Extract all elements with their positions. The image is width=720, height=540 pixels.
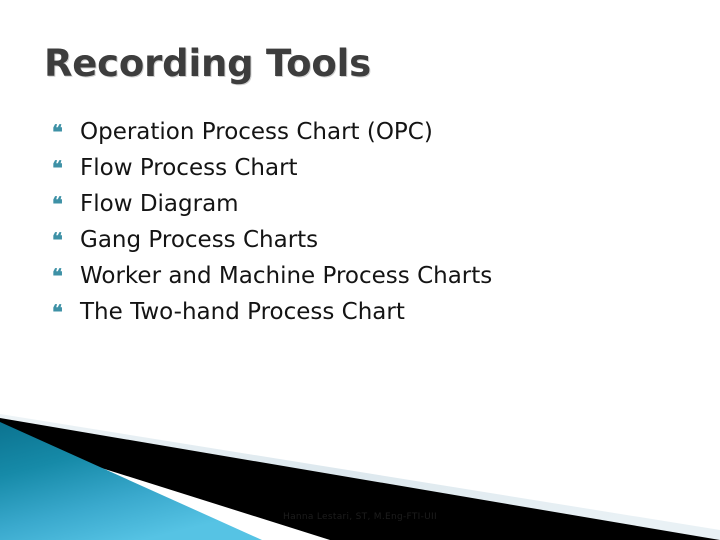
- page-title: Recording Tools: [44, 42, 371, 85]
- list-item-label: Flow Process Chart: [80, 155, 298, 181]
- list-item: ❝ Flow Process Chart: [50, 150, 690, 186]
- quote-bullet-icon: ❝: [52, 120, 63, 144]
- quote-bullet-icon: ❝: [52, 264, 63, 288]
- list-item-label: The Two-hand Process Chart: [80, 299, 405, 325]
- bullet-list: ❝ Operation Process Chart (OPC) ❝ Flow P…: [50, 114, 690, 330]
- quote-bullet-icon: ❝: [52, 300, 63, 324]
- list-item-label: Flow Diagram: [80, 191, 239, 217]
- list-item: ❝ Operation Process Chart (OPC): [50, 114, 690, 150]
- list-item-label: Gang Process Charts: [80, 227, 319, 253]
- list-item: ❝ Gang Process Charts: [50, 222, 690, 258]
- list-item: ❝ Worker and Machine Process Charts: [50, 258, 690, 294]
- list-item-label: Worker and Machine Process Charts: [80, 263, 493, 289]
- quote-bullet-icon: ❝: [52, 192, 63, 216]
- teal-triangle-shape: [0, 422, 262, 540]
- list-item: ❝ The Two-hand Process Chart: [50, 294, 690, 330]
- quote-bullet-icon: ❝: [52, 156, 63, 180]
- quote-bullet-icon: ❝: [52, 228, 63, 252]
- footer-credit: Hanna Lestari, ST, M.Eng-FTI-UII: [283, 512, 437, 522]
- list-item-label: Operation Process Chart (OPC): [80, 119, 433, 145]
- slide-canvas: Recording Tools ❝ Operation Process Char…: [0, 0, 720, 540]
- list-item: ❝ Flow Diagram: [50, 186, 690, 222]
